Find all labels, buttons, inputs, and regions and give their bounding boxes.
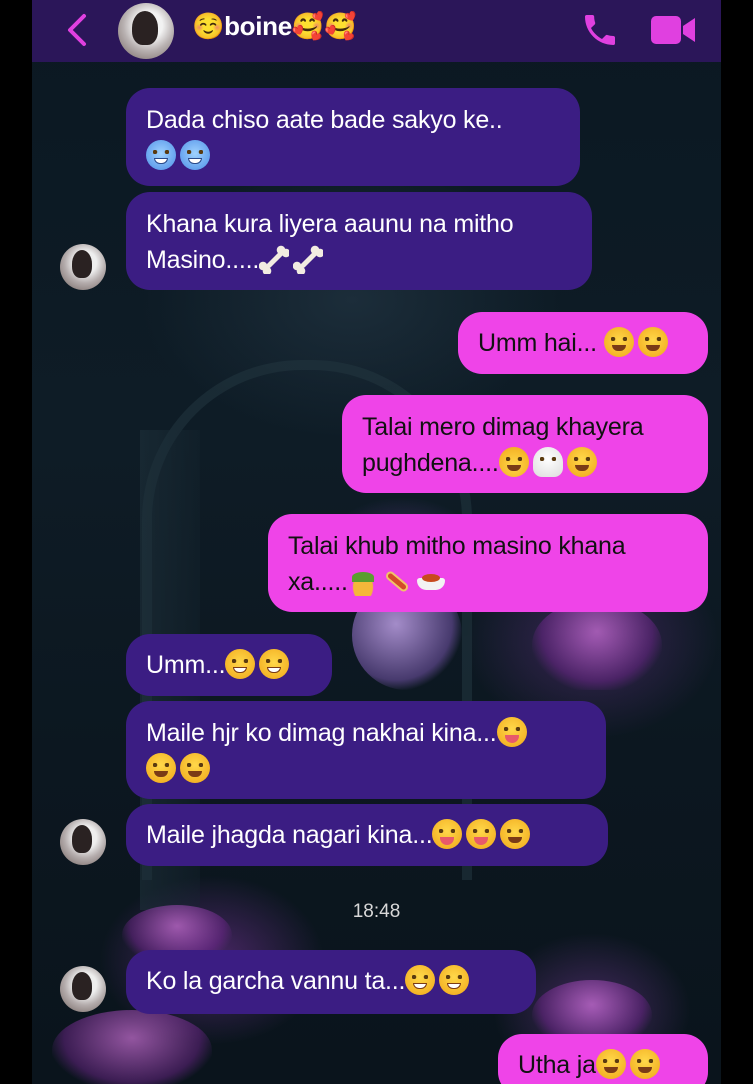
cold-face-emoji-icon	[180, 140, 210, 170]
message-emoji-row	[146, 751, 586, 787]
taco-emoji-icon	[347, 566, 378, 596]
yum-face-emoji-icon	[180, 753, 210, 783]
grinning-face-emoji-icon	[259, 649, 290, 679]
exploding-head-emoji-icon	[498, 447, 529, 477]
message-text: Umm hai...	[478, 329, 597, 357]
sender-avatar[interactable]	[60, 966, 106, 1012]
message-text: Talai mero dimag khayera	[362, 413, 644, 441]
yum-face-emoji-icon	[146, 753, 176, 783]
grinning-face-emoji-icon	[225, 649, 256, 679]
tongue-out-emoji-icon	[496, 717, 527, 747]
message-text: xa.....	[288, 568, 348, 596]
back-button[interactable]	[60, 10, 96, 50]
message-emoji-row	[146, 138, 560, 174]
bone-emoji-icon	[259, 244, 290, 274]
message-text: Utha ja	[518, 1051, 596, 1079]
contact-name[interactable]: ☺️boine🥰🥰	[192, 11, 356, 42]
message-bubble-outgoing[interactable]: Umm hai...	[458, 312, 708, 374]
laughing-face-emoji-icon	[439, 965, 470, 995]
background-mushroom	[532, 600, 662, 690]
video-call-button[interactable]	[648, 12, 698, 48]
hugging-face-emoji-icon	[500, 819, 531, 849]
sender-avatar[interactable]	[60, 819, 106, 865]
pensive-face-emoji-icon	[629, 1049, 660, 1079]
chevron-left-icon	[68, 14, 86, 46]
message-text: Umm...	[146, 651, 226, 679]
eye-roll-emoji-icon	[566, 447, 597, 477]
curry-rice-emoji-icon	[416, 566, 446, 596]
ghost-emoji-icon	[532, 447, 563, 477]
chat-screen: ☺️boine🥰🥰 Dada chiso aate bade sakyo ke.…	[32, 0, 721, 1084]
message-text: Maile hjr ko dimag nakhai kina...	[146, 719, 497, 747]
pensive-face-emoji-icon	[595, 1049, 626, 1079]
message-bubble-outgoing[interactable]: Talai mero dimag khayera pughdena....	[342, 395, 708, 493]
hugging-face-emoji-icon	[603, 327, 634, 357]
message-bubble-incoming[interactable]: Dada chiso aate bade sakyo ke..	[126, 88, 580, 186]
message-text: Ko la garcha vannu ta...	[146, 967, 406, 995]
message-bubble-incoming[interactable]: Ko la garcha vannu ta...	[126, 950, 536, 1014]
tongue-out-emoji-icon	[432, 819, 463, 849]
message-text: Talai khub mitho masino khana	[288, 532, 626, 560]
message-text: Khana kura liyera aaunu na mitho	[146, 210, 514, 238]
phone-icon	[585, 15, 615, 45]
message-text: Masino.....	[146, 246, 260, 274]
message-timestamp: 18:48	[352, 901, 401, 922]
cold-face-emoji-icon	[146, 140, 176, 170]
hot-dog-emoji-icon	[382, 566, 412, 596]
message-bubble-incoming[interactable]: Khana kura liyera aaunu na mitho Masino.…	[126, 192, 592, 290]
message-text: pughdena....	[362, 449, 499, 477]
tongue-out-emoji-icon	[466, 819, 497, 849]
hugging-face-emoji-icon	[637, 327, 668, 357]
message-bubble-incoming[interactable]: Maile jhagda nagari kina...	[126, 804, 608, 866]
message-bubble-outgoing[interactable]: Utha ja	[498, 1034, 708, 1084]
video-camera-icon	[651, 16, 695, 44]
chat-header: ☺️boine🥰🥰	[32, 0, 721, 62]
message-bubble-incoming[interactable]: Maile hjr ko dimag nakhai kina...	[126, 701, 606, 799]
background-mushroom	[52, 1010, 212, 1084]
message-bubble-incoming[interactable]: Umm...	[126, 634, 332, 696]
message-text: Maile jhagda nagari kina...	[146, 821, 433, 849]
contact-avatar[interactable]	[118, 3, 174, 59]
call-button[interactable]	[580, 10, 620, 50]
message-bubble-outgoing[interactable]: Talai khub mitho masino khana xa.....	[268, 514, 708, 612]
bone-emoji-icon	[293, 244, 324, 274]
sender-avatar[interactable]	[60, 244, 106, 290]
message-text: Dada chiso aate bade sakyo ke..	[146, 106, 503, 134]
laughing-face-emoji-icon	[405, 965, 436, 995]
